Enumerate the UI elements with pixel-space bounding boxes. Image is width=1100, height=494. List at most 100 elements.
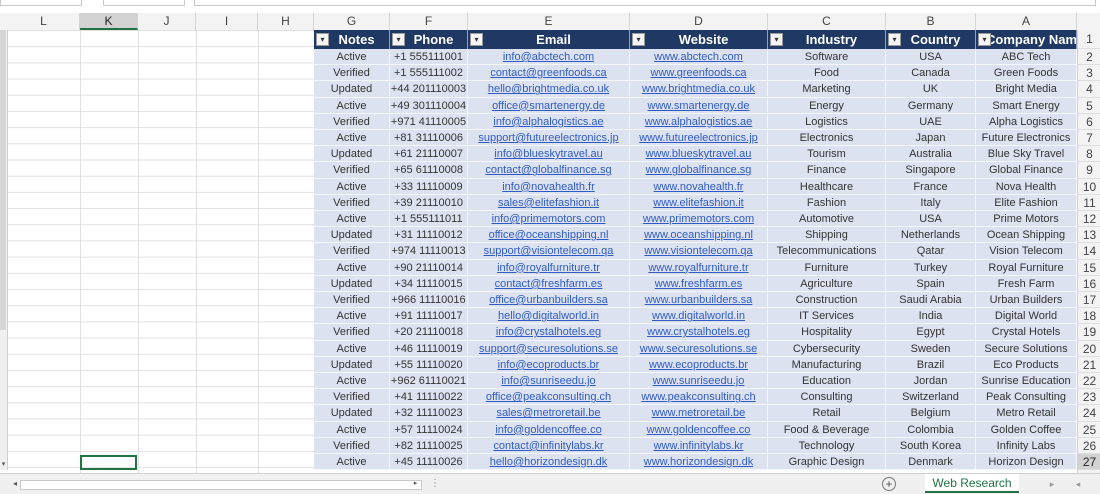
company-name-cell[interactable]: Eco Products (976, 356, 1077, 373)
notes-cell[interactable]: Active (314, 211, 390, 227)
email-link[interactable]: info@blueskytravel.au (468, 146, 630, 163)
industry-cell[interactable]: Manufacturing (768, 356, 886, 373)
country-cell[interactable]: Belgium (886, 405, 976, 422)
email-link[interactable]: office@smartenergy.de (468, 97, 630, 114)
phone-cell[interactable]: +33 11110009 (390, 178, 468, 195)
header-email[interactable]: ▾ Email (468, 30, 630, 49)
industry-cell[interactable]: Technology (768, 437, 886, 454)
function-box[interactable] (103, 0, 185, 6)
name-box[interactable] (0, 0, 82, 6)
tab-nav-next-icon[interactable]: ▸ (1046, 477, 1058, 491)
website-link[interactable]: www.smartenergy.de (630, 97, 768, 114)
notes-cell[interactable]: Verified (314, 194, 390, 211)
phone-cell[interactable]: +90 21110014 (390, 259, 468, 276)
phone-cell[interactable]: +81 31110006 (390, 130, 468, 146)
notes-cell[interactable]: Active (314, 373, 390, 389)
industry-cell[interactable]: Education (768, 373, 886, 389)
website-link[interactable]: www.infinitylabs.kr (630, 437, 768, 454)
email-link[interactable]: office@urbanbuilders.sa (468, 292, 630, 308)
row-header-27[interactable]: 27 (1078, 454, 1100, 471)
country-cell[interactable]: Spain (886, 275, 976, 292)
header-notes[interactable]: ▾ Notes (314, 30, 390, 49)
website-link[interactable]: www.ecoproducts.br (630, 356, 768, 373)
notes-cell[interactable]: Verified (314, 162, 390, 179)
table-row[interactable]: Verified +974 11110013 support@visiontelec… (314, 243, 1077, 260)
column-header-j[interactable]: J (138, 13, 196, 30)
phone-cell[interactable]: +41 11110022 (390, 389, 468, 406)
industry-cell[interactable]: Agriculture (768, 275, 886, 292)
notes-cell[interactable]: Active (314, 97, 390, 114)
row-header-4[interactable]: 4 (1078, 81, 1100, 98)
company-name-cell[interactable]: Royal Furniture (976, 259, 1077, 276)
phone-cell[interactable]: +55 11110020 (390, 356, 468, 373)
company-name-cell[interactable]: Peak Consulting (976, 389, 1077, 406)
website-link[interactable]: www.visiontelecom.qa (630, 243, 768, 260)
email-link[interactable]: hello@digitalworld.in (468, 308, 630, 325)
row-header-24[interactable]: 24 (1078, 405, 1100, 422)
email-link[interactable]: contact@infinitylabs.kr (468, 437, 630, 454)
notes-cell[interactable]: Active (314, 308, 390, 325)
table-row[interactable]: Active +1 555111011 info@primemotors.com ww… (314, 211, 1077, 228)
header-country[interactable]: ▾ Country (886, 30, 976, 49)
phone-cell[interactable]: +45 11110026 (390, 454, 468, 470)
email-link[interactable]: info@goldencoffee.co (468, 421, 630, 438)
row-header-9[interactable]: 9 (1078, 162, 1100, 179)
notes-cell[interactable]: Verified (314, 437, 390, 454)
phone-cell[interactable]: +44 201110003 (390, 81, 468, 98)
notes-cell[interactable]: Updated (314, 275, 390, 292)
email-link[interactable]: info@alphalogistics.ae (468, 113, 630, 130)
email-link[interactable]: info@primemotors.com (468, 211, 630, 227)
industry-cell[interactable]: Furniture (768, 259, 886, 276)
filter-dropdown-icon[interactable]: ▾ (392, 33, 405, 46)
notes-cell[interactable]: Active (314, 178, 390, 195)
notes-cell[interactable]: Updated (314, 405, 390, 422)
company-name-cell[interactable]: Vision Telecom (976, 243, 1077, 260)
phone-cell[interactable]: +974 11110013 (390, 243, 468, 260)
row-header-23[interactable]: 23 (1078, 389, 1100, 406)
industry-cell[interactable]: Energy (768, 97, 886, 114)
table-row[interactable]: Verified +966 11110016 office@urbanbuilder… (314, 292, 1077, 309)
row-header-26[interactable]: 26 (1078, 438, 1100, 454)
notes-cell[interactable]: Active (314, 259, 390, 276)
row-header-19[interactable]: 19 (1078, 324, 1100, 341)
table-row[interactable]: Updated +34 11110015 contact@freshfarm.es w… (314, 275, 1077, 292)
email-link[interactable]: sales@metroretail.be (468, 405, 630, 422)
website-link[interactable]: www.brightmedia.co.uk (630, 81, 768, 98)
table-row[interactable]: Active +45 11110026 hello@horizondesign.dk… (314, 454, 1077, 471)
row-header-17[interactable]: 17 (1078, 292, 1100, 309)
website-link[interactable]: www.primemotors.com (630, 211, 768, 227)
country-cell[interactable]: Egypt (886, 324, 976, 341)
company-name-cell[interactable]: Horizon Design (976, 454, 1077, 470)
industry-cell[interactable]: Graphic Design (768, 454, 886, 470)
email-link[interactable]: contact@freshfarm.es (468, 275, 630, 292)
company-name-cell[interactable]: Sunrise Education (976, 373, 1077, 389)
column-header-a[interactable]: A (976, 13, 1077, 30)
phone-cell[interactable]: +962 61110021 (390, 373, 468, 389)
vertical-scroll-thumb[interactable] (0, 30, 6, 330)
filter-dropdown-icon[interactable]: ▾ (632, 33, 645, 46)
phone-cell[interactable]: +32 11110023 (390, 405, 468, 422)
industry-cell[interactable]: Hospitality (768, 324, 886, 341)
industry-cell[interactable]: Tourism (768, 146, 886, 163)
row-header-25[interactable]: 25 (1078, 422, 1100, 438)
company-name-cell[interactable]: Fresh Farm (976, 275, 1077, 292)
row-header-10[interactable]: 10 (1078, 179, 1100, 195)
email-link[interactable]: hello@brightmedia.co.uk (468, 81, 630, 98)
email-link[interactable]: info@ecoproducts.br (468, 356, 630, 373)
header-industry[interactable]: ▾ Industry (768, 30, 886, 49)
notes-cell[interactable]: Updated (314, 227, 390, 244)
website-link[interactable]: www.blueskytravel.au (630, 146, 768, 163)
column-header-l[interactable]: L (8, 13, 80, 30)
industry-cell[interactable]: Shipping (768, 227, 886, 244)
website-link[interactable]: www.futureelectronics.jp (630, 130, 768, 146)
filter-dropdown-icon[interactable]: ▾ (888, 33, 901, 46)
phone-cell[interactable]: +966 11110016 (390, 292, 468, 308)
row-header-20[interactable]: 20 (1078, 341, 1100, 357)
website-link[interactable]: www.greenfoods.ca (630, 65, 768, 82)
country-cell[interactable]: Australia (886, 146, 976, 163)
row-header-12[interactable]: 12 (1078, 211, 1100, 228)
company-name-cell[interactable]: Infinity Labs (976, 437, 1077, 454)
email-link[interactable]: support@futureelectronics.jp (468, 130, 630, 146)
website-link[interactable]: www.digitalworld.in (630, 308, 768, 325)
notes-cell[interactable]: Verified (314, 113, 390, 130)
